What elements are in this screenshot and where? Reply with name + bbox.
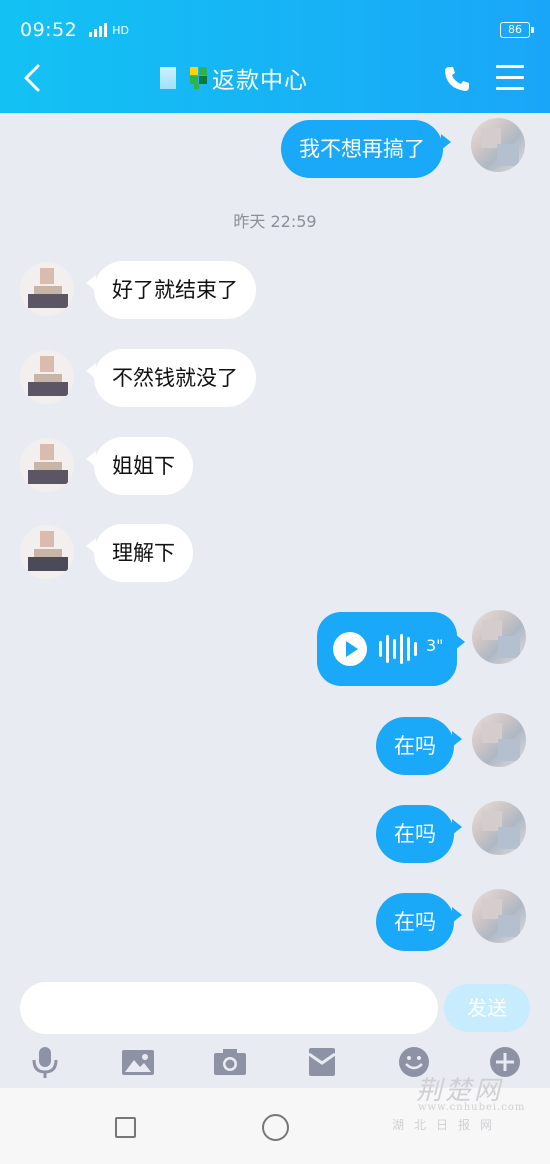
watermark-logo: 荆楚网 www.cnhubei.com 湖北日报网 xyxy=(392,1066,532,1136)
home-button[interactable] xyxy=(262,1114,289,1141)
message-timestamp: 昨天 22:59 xyxy=(233,212,317,231)
contact-avatar[interactable] xyxy=(20,525,74,579)
contact-avatar[interactable] xyxy=(20,350,74,404)
chat-title-group[interactable]: 返款中心 xyxy=(160,62,308,94)
message-bubble-incoming[interactable]: 好了就结束了 xyxy=(86,261,256,319)
send-button[interactable]: 发送 xyxy=(444,984,530,1032)
chat-header: 09:52 HD 86 返款中心 xyxy=(0,0,550,113)
camera-icon[interactable] xyxy=(212,1044,248,1080)
menu-icon[interactable] xyxy=(496,65,524,91)
nav-bar: 返款中心 xyxy=(0,56,550,100)
status-bar: 09:52 HD 86 xyxy=(20,16,534,44)
brand-logo-icon xyxy=(190,67,208,89)
recents-button[interactable] xyxy=(115,1117,136,1138)
phone-icon[interactable] xyxy=(442,64,472,94)
voice-wave-icon xyxy=(379,634,417,664)
message-input[interactable] xyxy=(20,982,438,1034)
message-bubble-outgoing[interactable]: 在吗 xyxy=(376,893,462,951)
microphone-icon[interactable] xyxy=(27,1044,63,1080)
message-bubble-outgoing[interactable]: 在吗 xyxy=(376,717,462,775)
message-bubble-outgoing[interactable]: 我不想再搞了 xyxy=(281,120,451,178)
network-label: HD xyxy=(112,24,130,37)
message-bubble-outgoing[interactable]: 在吗 xyxy=(376,805,462,863)
contact-avatar[interactable] xyxy=(20,438,74,492)
message-bubble-incoming[interactable]: 理解下 xyxy=(86,524,193,582)
voice-duration: 3" xyxy=(426,636,444,655)
message-bubble-incoming[interactable]: 姐姐下 xyxy=(86,437,193,495)
status-time: 09:52 xyxy=(20,19,78,41)
user-avatar[interactable] xyxy=(472,889,526,943)
play-icon[interactable] xyxy=(333,632,367,666)
watermark-subtitle: 湖北日报网 xyxy=(392,1118,503,1132)
user-avatar[interactable] xyxy=(471,118,525,172)
watermark-url: www.cnhubei.com xyxy=(418,1102,526,1113)
battery-icon: 86 xyxy=(500,22,534,38)
back-arrow-icon[interactable] xyxy=(16,60,52,96)
contact-avatar[interactable] xyxy=(20,262,74,316)
blurred-avatar-icon xyxy=(160,67,176,89)
voice-message-bubble[interactable]: 3" xyxy=(317,612,465,686)
message-bubble-incoming[interactable]: 不然钱就没了 xyxy=(86,349,256,407)
signal-icon: HD xyxy=(89,23,129,37)
user-avatar[interactable] xyxy=(472,801,526,855)
red-packet-icon[interactable] xyxy=(304,1044,340,1080)
user-avatar[interactable] xyxy=(472,713,526,767)
user-avatar[interactable] xyxy=(472,610,526,664)
image-icon[interactable] xyxy=(120,1044,156,1080)
chat-title: 返款中心 xyxy=(212,68,308,94)
